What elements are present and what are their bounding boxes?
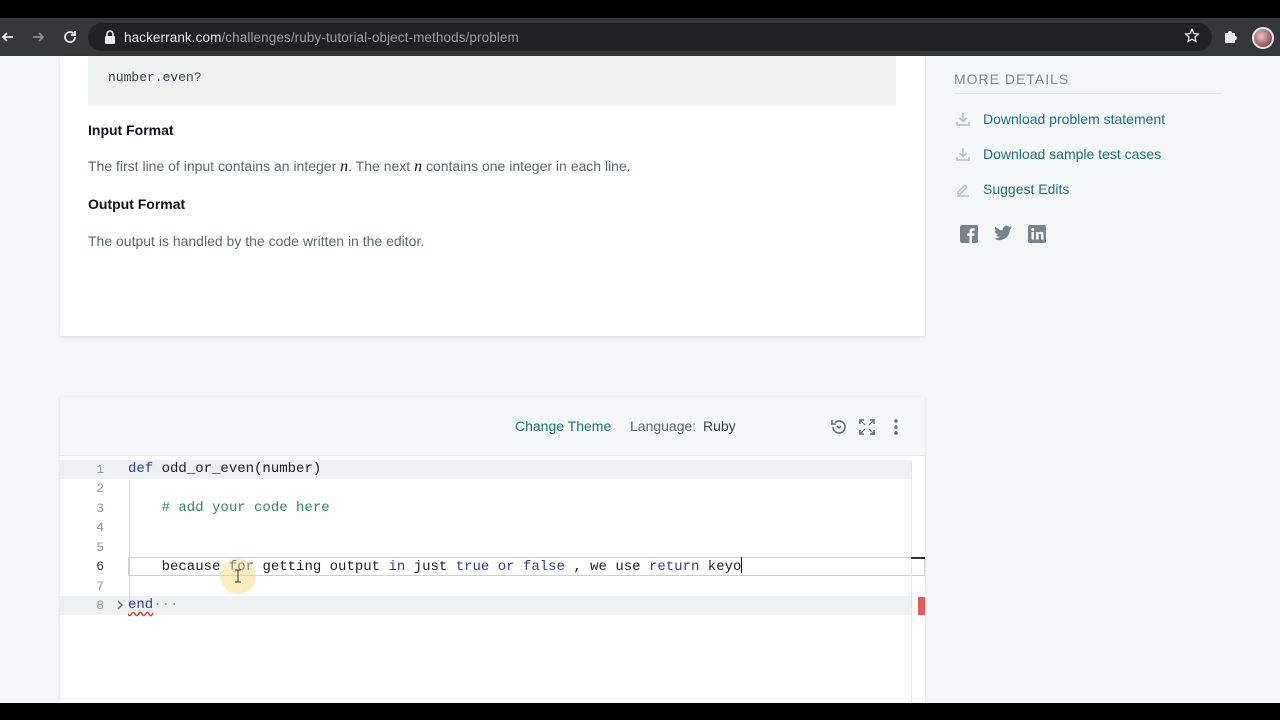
code-line[interactable]: 3 # add your code here bbox=[60, 499, 911, 518]
link-label: Download sample test cases bbox=[983, 146, 1162, 162]
code-token: , we use bbox=[564, 559, 649, 575]
url-host: hackerrank.com bbox=[124, 29, 222, 45]
screen-top-bar bbox=[0, 0, 1280, 18]
code-editor-card: Change Theme Language: Ruby 1 def odd_or… bbox=[60, 397, 925, 703]
code-token: false bbox=[522, 559, 565, 575]
language-label: Language: bbox=[630, 418, 697, 434]
code-token: def bbox=[128, 461, 154, 477]
screen-bottom-bar bbox=[0, 703, 1280, 720]
facebook-icon[interactable] bbox=[958, 223, 980, 245]
code-example-text: number.even? bbox=[108, 70, 202, 85]
problem-statement-card: number.even? Input Format The first line… bbox=[60, 56, 925, 336]
lock-icon bbox=[102, 29, 118, 45]
output-format-heading: Output Format bbox=[88, 196, 186, 212]
line-number: 1 bbox=[96, 462, 104, 477]
input-format-text-part: contains one integer in each line. bbox=[422, 158, 631, 174]
code-text: def odd_or_even(number) bbox=[128, 460, 321, 479]
code-token: true bbox=[455, 559, 490, 575]
indent-guide bbox=[129, 480, 130, 600]
download-icon bbox=[954, 110, 972, 128]
pencil-icon bbox=[954, 180, 972, 198]
fullscreen-icon[interactable] bbox=[857, 417, 877, 437]
code-line[interactable]: 1 def odd_or_even(number) bbox=[60, 460, 911, 479]
more-details-title: MORE DETAILS bbox=[954, 71, 1070, 87]
input-format-text-part: . The next bbox=[348, 158, 415, 174]
text-cursor-icon bbox=[235, 569, 241, 583]
code-line[interactable]: 2 bbox=[60, 479, 911, 498]
link-label: Suggest Edits bbox=[983, 181, 1070, 197]
bookmark-star-icon[interactable] bbox=[1184, 27, 1200, 49]
divider bbox=[954, 93, 1222, 94]
error-ruler-mark bbox=[918, 597, 925, 615]
code-token: getting output bbox=[254, 559, 389, 575]
back-arrow-icon bbox=[1, 32, 13, 42]
math-var-n: n bbox=[414, 158, 423, 175]
code-comment: # add your code here bbox=[128, 500, 330, 516]
line-number: 8 bbox=[96, 598, 104, 613]
line-number: 4 bbox=[96, 520, 104, 535]
back-button[interactable] bbox=[0, 23, 22, 51]
code-line[interactable]: 8 end··· bbox=[60, 596, 911, 615]
code-text: end··· bbox=[128, 596, 178, 615]
code-token: just bbox=[405, 559, 456, 575]
forward-arrow-icon bbox=[33, 32, 45, 42]
vertical-scrollbar[interactable] bbox=[911, 461, 912, 703]
code-line[interactable]: 5 bbox=[60, 538, 911, 557]
code-line[interactable]: 7 bbox=[60, 577, 911, 596]
code-editor[interactable]: 1 def odd_or_even(number) 2 3 # add your… bbox=[60, 456, 925, 703]
download-sample-test-cases-link[interactable]: Download sample test cases bbox=[954, 145, 1161, 163]
editor-toolbar: Change Theme Language: Ruby bbox=[60, 397, 925, 456]
line-number: 6 bbox=[96, 559, 104, 574]
change-theme-link[interactable]: Change Theme bbox=[515, 418, 611, 434]
code-example-block: number.even? bbox=[88, 56, 896, 106]
code-line[interactable]: 6 because for getting output in just tru… bbox=[60, 557, 911, 576]
code-token: in bbox=[388, 559, 406, 575]
link-label: Download problem statement bbox=[983, 111, 1166, 127]
forward-button[interactable] bbox=[24, 23, 52, 51]
line-number: 5 bbox=[96, 540, 104, 555]
code-token: because bbox=[128, 559, 229, 575]
line-number: 7 bbox=[96, 579, 104, 594]
line-number: 3 bbox=[96, 501, 104, 516]
cursor-ruler-mark bbox=[911, 557, 925, 559]
input-format-text: The first line of input contains an inte… bbox=[88, 158, 631, 176]
reload-button[interactable] bbox=[56, 23, 84, 51]
text-caret bbox=[741, 557, 743, 573]
code-token: return bbox=[648, 559, 700, 575]
code-token: end bbox=[128, 597, 154, 613]
url-text: hackerrank.com/challenges/ruby-tutorial-… bbox=[124, 30, 519, 45]
code-token: odd_or_even(number) bbox=[153, 461, 322, 477]
code-token: or bbox=[497, 559, 515, 575]
language-select[interactable]: Ruby bbox=[703, 418, 736, 434]
twitter-icon[interactable] bbox=[992, 223, 1014, 245]
linkedin-icon[interactable] bbox=[1026, 223, 1048, 245]
extensions-puzzle-icon[interactable] bbox=[1222, 27, 1240, 50]
profile-avatar[interactable] bbox=[1252, 27, 1274, 49]
code-token: keyo bbox=[699, 559, 742, 575]
address-bar[interactable]: hackerrank.com/challenges/ruby-tutorial-… bbox=[88, 23, 1212, 51]
url-path: /challenges/ruby-tutorial-object-methods… bbox=[221, 29, 519, 45]
math-var-n: n bbox=[340, 158, 349, 175]
download-problem-statement-link[interactable]: Download problem statement bbox=[954, 110, 1165, 128]
reload-icon bbox=[64, 31, 76, 43]
download-icon bbox=[954, 145, 972, 163]
output-format-text: The output is handled by the code writte… bbox=[88, 233, 425, 249]
input-format-text-part: The first line of input contains an inte… bbox=[88, 158, 341, 174]
fold-ellipsis[interactable]: ··· bbox=[153, 597, 178, 613]
input-format-heading: Input Format bbox=[88, 122, 174, 138]
code-line[interactable]: 4 bbox=[60, 518, 911, 537]
more-options-icon[interactable] bbox=[886, 417, 906, 437]
line-number: 2 bbox=[96, 481, 104, 496]
suggest-edits-link[interactable]: Suggest Edits bbox=[954, 180, 1069, 198]
browser-toolbar: hackerrank.com/challenges/ruby-tutorial-… bbox=[0, 18, 1280, 56]
restore-history-icon[interactable] bbox=[829, 417, 849, 437]
fold-chevron-icon[interactable] bbox=[115, 598, 125, 612]
